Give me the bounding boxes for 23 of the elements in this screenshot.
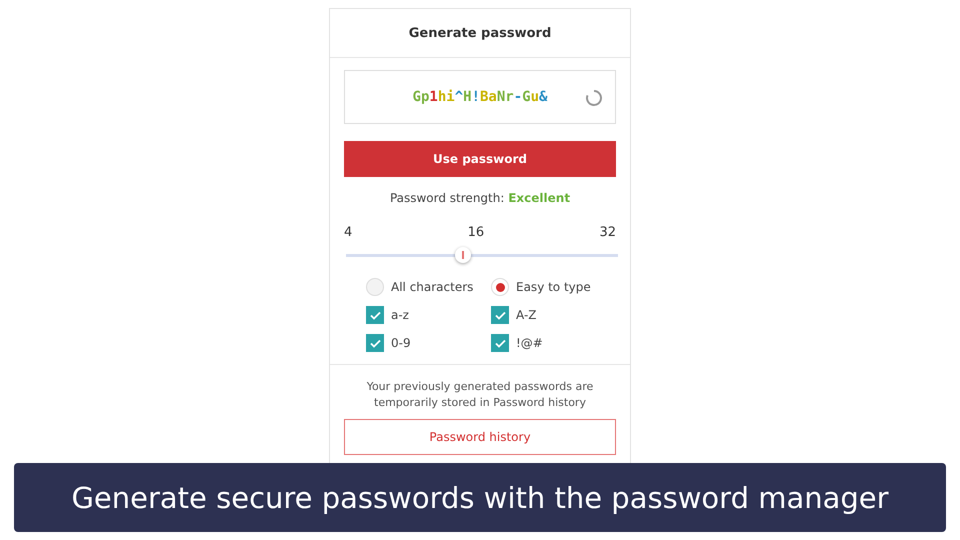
check-icon bbox=[494, 310, 506, 320]
slider-thumb[interactable] bbox=[454, 246, 471, 262]
length-slider[interactable] bbox=[346, 246, 618, 264]
mode-radio[interactable]: All characters bbox=[366, 278, 491, 296]
min-length-label: 4 bbox=[344, 225, 352, 240]
max-length-label: 32 bbox=[599, 225, 616, 240]
history-note: Your previously generated passwords are temporarily stored in Password history bbox=[366, 379, 594, 411]
strength-text: Password strength: Excellent bbox=[388, 191, 572, 205]
caption-banner: Generate secure passwords with the password manager bbox=[14, 463, 946, 532]
current-length-label: 16 bbox=[468, 225, 484, 240]
check-icon bbox=[370, 310, 380, 320]
password-field[interactable]: Gp1hi^H!BaNr-Gu& bbox=[344, 70, 616, 124]
password-history-button[interactable]: Password history bbox=[344, 419, 616, 455]
refresh-icon[interactable] bbox=[585, 89, 603, 107]
mode-radio[interactable]: Easy to type bbox=[491, 278, 616, 296]
charset-checkbox[interactable]: A-Z bbox=[491, 306, 616, 324]
use-password-button[interactable]: Use password bbox=[344, 141, 616, 177]
charset-checkbox[interactable]: !@# bbox=[491, 334, 616, 352]
check-icon bbox=[370, 338, 380, 348]
charset-checkbox[interactable]: a-z bbox=[366, 306, 491, 324]
charset-checkbox[interactable]: 0-9 bbox=[366, 334, 491, 352]
check-icon bbox=[494, 338, 506, 348]
panel-title: Generate password bbox=[330, 9, 630, 58]
